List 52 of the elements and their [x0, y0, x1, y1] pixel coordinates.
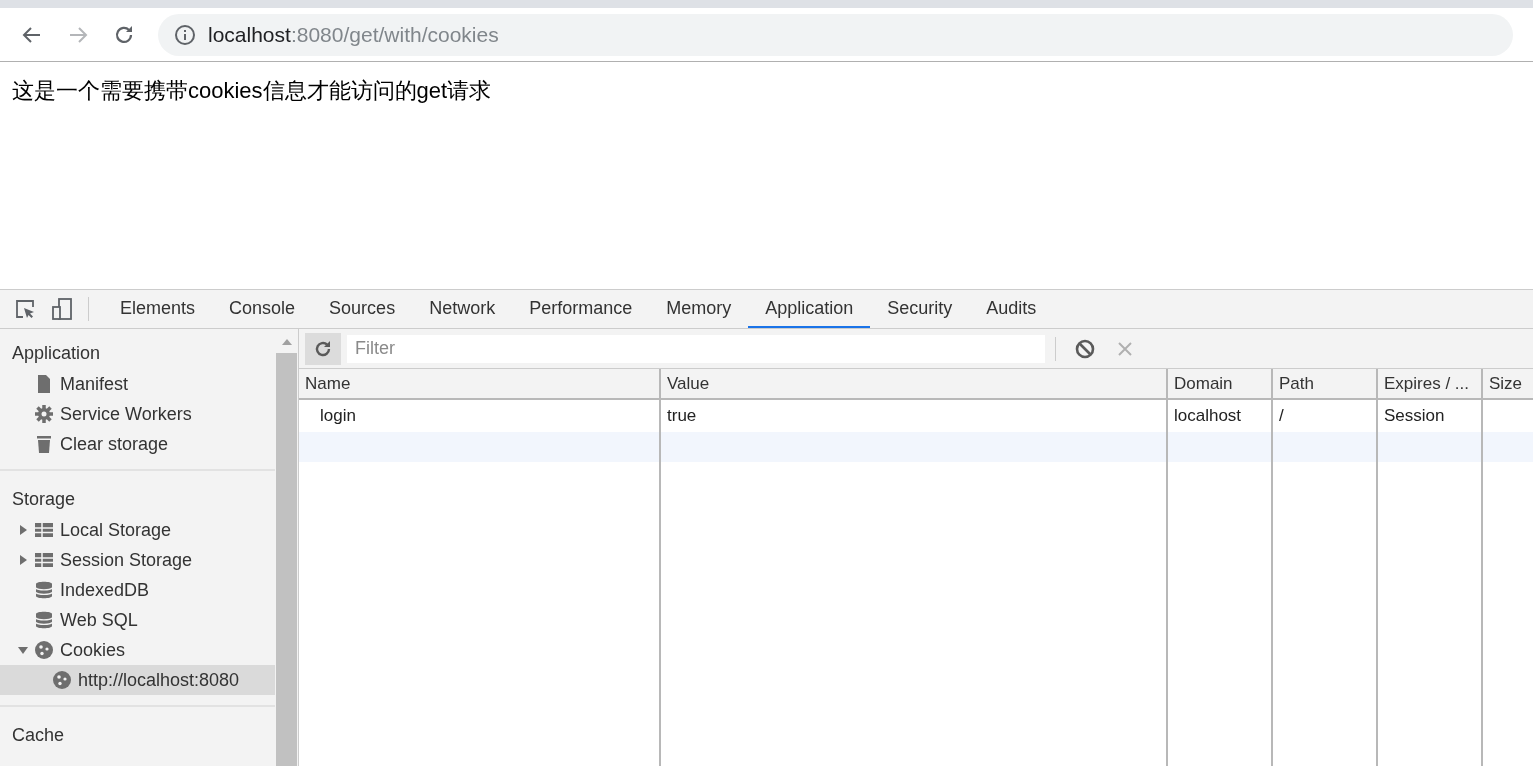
- sidebar-item[interactable]: Session Storage: [0, 545, 275, 575]
- collapsed-arrow-icon[interactable]: [18, 525, 28, 535]
- address-url: localhost:8080/get/with/cookies: [208, 21, 499, 48]
- column-header[interactable]: Size: [1481, 369, 1532, 398]
- database-icon: [34, 610, 54, 630]
- expanded-arrow-icon[interactable]: [18, 645, 28, 655]
- sidebar-item[interactable]: Cookies: [0, 635, 275, 665]
- table-cell-text: login: [320, 405, 356, 428]
- filter-field[interactable]: Filter: [347, 334, 1045, 363]
- table-cell-text: Session: [1384, 405, 1445, 428]
- inspect-icon[interactable]: [14, 298, 36, 320]
- sidebar-item[interactable]: IndexedDB: [0, 575, 275, 605]
- grid-icon: [34, 550, 54, 570]
- devtools-tab[interactable]: Sources: [312, 290, 413, 328]
- sidebar-item[interactable]: Web SQL: [0, 605, 275, 635]
- section-heading: Cache: [11, 724, 66, 747]
- sidebar-item[interactable]: Local Storage: [0, 515, 275, 545]
- grid-icon: [34, 520, 54, 540]
- device-icon[interactable]: [50, 297, 74, 321]
- sidebar-item[interactable]: Manifest: [0, 369, 275, 399]
- devtools-tab[interactable]: Security: [870, 290, 970, 328]
- column-header[interactable]: Value: [659, 369, 1166, 398]
- address-bar[interactable]: localhost:8080/get/with/cookies: [158, 13, 1513, 56]
- devtools-tab[interactable]: Performance: [512, 290, 650, 328]
- devtools-tab[interactable]: Audits: [969, 290, 1054, 328]
- cookie-icon: [52, 670, 72, 690]
- devtools-tab[interactable]: Elements: [103, 290, 213, 328]
- section-heading: Storage: [11, 488, 77, 511]
- cookie-icon: [34, 640, 54, 660]
- column-header[interactable]: Domain: [1166, 369, 1271, 398]
- devtools-tab[interactable]: Network: [412, 290, 513, 328]
- table-cell-text: true: [667, 405, 697, 428]
- page-text: 这是一个需要携带cookies信息才能访问的get请求: [12, 77, 493, 105]
- devtools-tab[interactable]: Console: [212, 290, 313, 328]
- section-heading: Application: [11, 342, 102, 365]
- info-icon[interactable]: [174, 23, 196, 46]
- sidebar-item[interactable]: http://localhost:8080: [0, 665, 275, 695]
- sidebar-item[interactable]: Clear storage: [0, 429, 275, 459]
- table-cell-text: localhost: [1174, 405, 1242, 428]
- scrollbar-thumb[interactable]: [276, 353, 297, 766]
- gear-icon: [34, 404, 54, 424]
- refresh-button[interactable]: [305, 332, 341, 365]
- column-header[interactable]: Expires / ...: [1376, 369, 1481, 398]
- sidebar-item[interactable]: Service Workers: [0, 399, 275, 429]
- trash-icon: [34, 434, 54, 454]
- column-header[interactable]: Name: [299, 369, 659, 398]
- column-header[interactable]: Path: [1271, 369, 1376, 398]
- table-cell-text: /: [1279, 405, 1284, 428]
- clear-all-icon[interactable]: [1074, 337, 1096, 360]
- database-icon: [34, 580, 54, 600]
- collapsed-arrow-icon[interactable]: [18, 555, 28, 565]
- devtools-tab[interactable]: Memory: [649, 290, 749, 328]
